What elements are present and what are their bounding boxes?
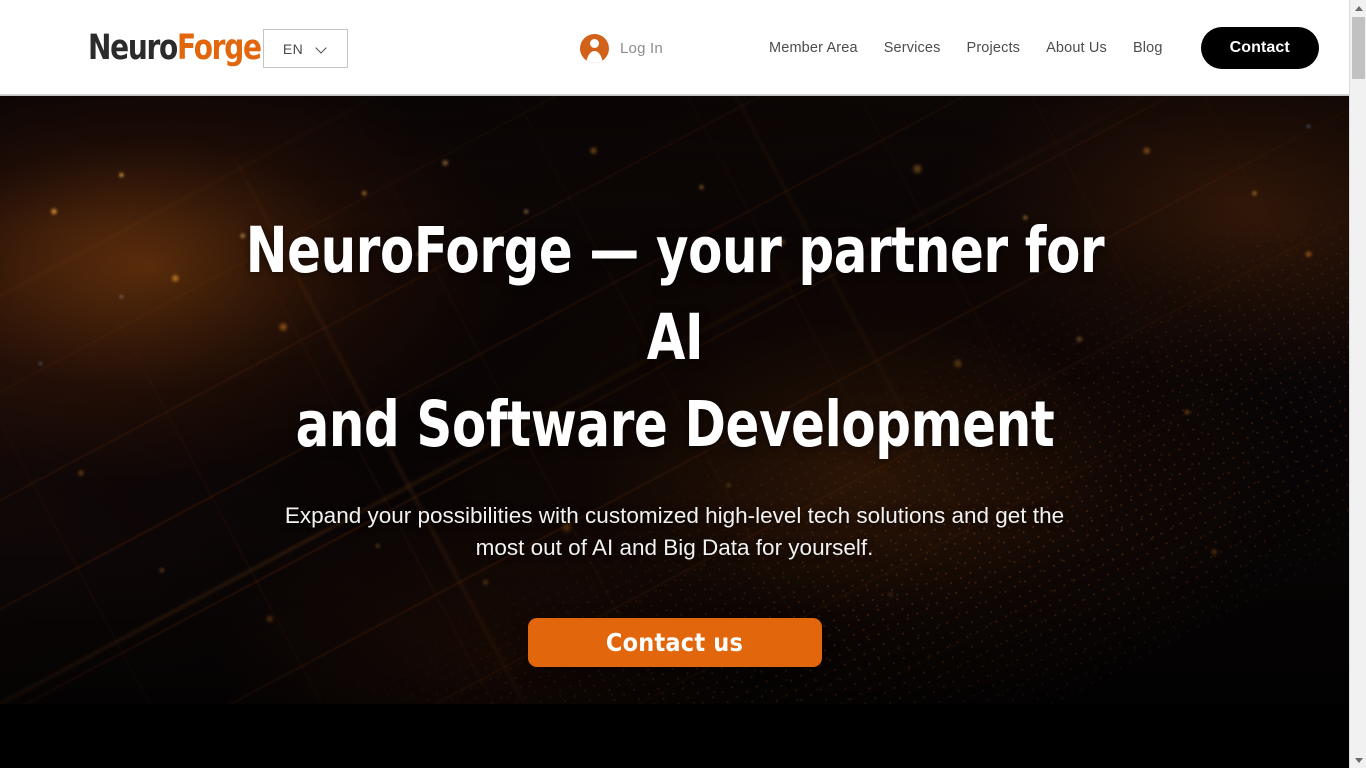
nav-item-blog[interactable]: Blog	[1120, 40, 1176, 56]
hero-subtitle: Expand your possibilities with customize…	[284, 503, 1065, 560]
user-avatar-icon	[580, 34, 609, 63]
hero-title: NeuroForge — your partner for AI and Sof…	[235, 207, 1115, 468]
contact-button[interactable]: Contact	[1200, 27, 1319, 69]
logo-text-accent: Forge	[177, 28, 262, 68]
site-header: NeuroForge EN Log In Member Area Service…	[0, 0, 1349, 96]
scrollbar-thumb[interactable]	[1352, 17, 1365, 79]
nav-item-member-area[interactable]: Member Area	[756, 40, 871, 56]
below-fold-section	[0, 704, 1349, 768]
page-viewport: NeuroForge EN Log In Member Area Service…	[0, 0, 1349, 768]
page-scrollbar[interactable]	[1349, 0, 1366, 768]
hero-contact-us-button[interactable]: Contact us	[527, 618, 822, 667]
chevron-down-icon	[317, 43, 328, 54]
scroll-down-arrow-icon[interactable]	[1350, 751, 1366, 768]
site-logo[interactable]: NeuroForge	[88, 27, 262, 69]
login-button[interactable]: Log In	[580, 34, 663, 63]
language-selector[interactable]: EN	[263, 29, 348, 68]
logo-text-primary: Neuro	[88, 28, 178, 68]
hero-section: NeuroForge — your partner for AI and Sof…	[0, 96, 1349, 704]
nav-item-projects[interactable]: Projects	[954, 40, 1034, 56]
scroll-up-arrow-icon[interactable]	[1350, 0, 1366, 17]
login-label: Log In	[620, 40, 663, 57]
nav-item-services[interactable]: Services	[871, 40, 954, 56]
language-selector-value: EN	[282, 40, 304, 57]
nav-item-about-us[interactable]: About Us	[1033, 40, 1120, 56]
browser-page: NeuroForge EN Log In Member Area Service…	[0, 0, 1366, 768]
main-navigation: Member Area Services Projects About Us B…	[756, 0, 1319, 96]
hero-title-line-1: NeuroForge — your partner for AI	[245, 214, 1104, 374]
hero-content: NeuroForge — your partner for AI and Sof…	[0, 96, 1349, 704]
hero-title-line-2: and Software Development	[295, 388, 1054, 461]
